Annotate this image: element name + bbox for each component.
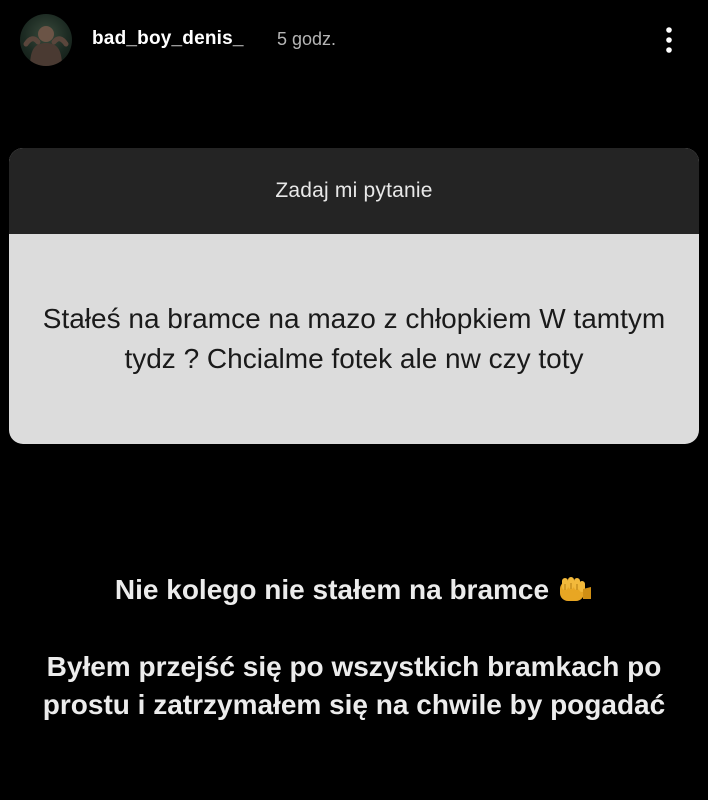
question-sticker-card: Zadaj mi pytanie Stałeś na bramce na maz… bbox=[9, 148, 699, 444]
answer-line-1: Nie kolego nie stałem na bramce bbox=[0, 571, 708, 615]
username[interactable]: bad_boy_denis_ bbox=[92, 28, 244, 50]
question-card-header: Zadaj mi pytanie bbox=[9, 148, 699, 234]
oncoming-fist-icon bbox=[557, 575, 593, 615]
avatar-image bbox=[23, 26, 69, 66]
post-timestamp: 5 godz. bbox=[277, 29, 337, 49]
avatar[interactable] bbox=[20, 14, 72, 66]
vertical-ellipsis-icon bbox=[666, 27, 672, 53]
question-card-title: Zadaj mi pytanie bbox=[275, 179, 433, 202]
more-options-button[interactable] bbox=[654, 22, 684, 58]
answer-text-1: Nie kolego nie stałem na bramce bbox=[114, 574, 550, 605]
question-text: Stałeś na bramce na mazo z chłopkiem W t… bbox=[42, 303, 666, 374]
answer-line-2: Byłem przejść się po wszystkich bramkach… bbox=[42, 651, 666, 720]
question-card-body: Stałeś na bramce na mazo z chłopkiem W t… bbox=[9, 234, 699, 444]
story-header: bad_boy_denis_ 5 godz. bbox=[0, 0, 708, 80]
